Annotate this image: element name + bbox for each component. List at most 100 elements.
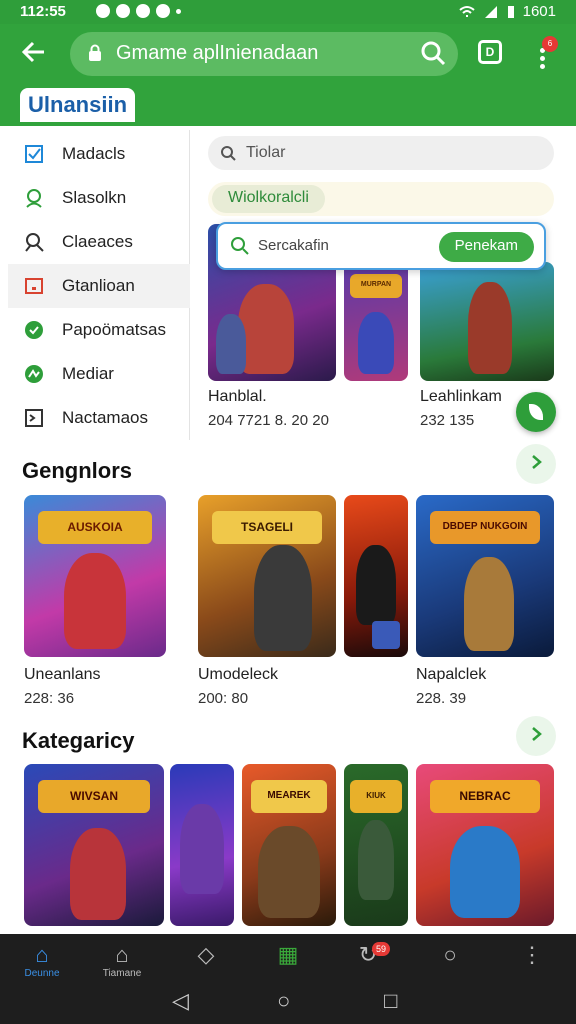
notification-icon [136,4,150,18]
sidebar-item-5[interactable]: Papoömatsas [8,308,190,352]
game-tile[interactable] [420,262,554,381]
more-icon: ⋮ [521,942,543,967]
site-title[interactable]: Ulnansiin [20,88,136,122]
check-circle-icon [25,321,43,339]
game-tile[interactable]: MEAREK [242,764,336,926]
game-tile[interactable]: KIUK [344,764,408,926]
game-title[interactable]: Umodeleck [198,666,278,684]
game-title[interactable]: Hanblal. [208,388,267,406]
filter-chip-bar: Wiolkoralcli [208,182,554,216]
nav-item-refresh[interactable]: ↻ 59 [336,942,400,986]
signal-icon [484,5,497,18]
sidebar-item-7[interactable]: Nactamaos [8,396,190,440]
overflow-menu-button[interactable]: 6 [530,36,558,70]
back-button[interactable] [20,38,52,70]
sidebar-item-6[interactable]: Mediar [8,352,190,396]
game-meta: 232 135 [420,412,475,429]
grid-icon: ▦ [277,942,299,967]
dot [540,64,545,69]
game-title[interactable]: Napalclek [416,666,486,684]
game-tile[interactable]: MURPAN [344,262,408,381]
game-tile[interactable] [344,495,408,657]
hero-figure [356,545,396,625]
game-tile[interactable]: AUSKOIA [24,495,166,657]
nav-item-home[interactable]: ⌂ Deunne [10,942,74,986]
notification-icon [96,4,110,18]
nav-item-cube[interactable]: ◇ [174,942,238,986]
game-tile[interactable]: NEBRAC [416,764,554,926]
sidebar-item-4[interactable]: Gtanlioan [8,264,190,308]
game-tile[interactable] [170,764,234,926]
game-logo: AUSKOIA [38,511,152,544]
system-recents-button[interactable]: □ [384,988,397,1014]
leaf-icon [529,404,543,420]
sidebar-item-label: Gtanlioan [62,276,135,295]
search-input[interactable]: Tiolar [208,136,554,170]
hero-figure [216,314,246,374]
section-title: Kategaricy [22,728,135,753]
notification-icons [96,4,181,18]
game-tile[interactable]: WIVSAN [24,764,164,926]
nav-item-home-alt[interactable]: ⌂ Tiamane [90,942,154,986]
leaf-action-button[interactable] [516,392,556,432]
sidebar-item-label: Claeaces [62,232,133,251]
browser-toolbar: Gmame aplInienadaan D 6 Ulnansiin [0,24,576,126]
system-home-button[interactable]: ○ [277,988,290,1014]
hero-figure [258,826,320,918]
nav-item-more[interactable]: ⋮ [500,942,564,986]
sidebar-item-label: Papoömatsas [62,320,166,339]
battery-icon [507,5,514,18]
game-title[interactable]: Leahlinkam [420,388,502,406]
game-logo: MEAREK [251,780,327,813]
hero-figure [358,312,394,374]
see-more-button[interactable] [516,716,556,756]
game-tile[interactable]: TSAGELI [198,495,336,657]
search-placeholder: Tiolar [246,144,286,161]
game-meta: 200: 80 [198,690,249,707]
home-icon: ⌂ [115,942,129,967]
wifi-icon [458,5,475,17]
chevron-right-icon [532,727,542,741]
address-bar[interactable]: Gmame aplInienadaan [70,32,458,76]
sidebar-item-3[interactable]: Claeaces [8,220,190,264]
system-back-button[interactable]: ◁ [172,988,189,1014]
nav-item-grid[interactable]: ▦ [256,942,320,986]
see-more-button[interactable] [516,444,556,484]
sidebar: Madacls Slasolkn Claeaces Gtanlioan Papo… [8,130,190,440]
status-time: 112:55 [20,3,66,20]
hero-figure [450,826,520,918]
search-icon [231,237,249,255]
game-logo: NEBRAC [429,780,541,813]
hero-figure [64,553,126,649]
notification-icon [156,4,170,18]
hero-figure [254,545,312,651]
game-title[interactable]: Uneanlans [24,666,101,684]
hero-figure [70,828,126,920]
square-icon [25,278,43,294]
sidebar-item-1[interactable]: Madacls [8,132,190,176]
search-icon: ○ [443,942,457,967]
game-icon [25,365,43,383]
section-title: Gengnlors [22,458,133,483]
search-submit-button[interactable]: Penekam [438,232,534,262]
game-logo: DBDEP NUKGOIN [429,511,541,544]
notification-dot-icon [176,9,181,14]
search-icon [221,146,236,161]
sidebar-item-2[interactable]: Slasolkn [8,176,190,220]
game-logo: KIUK [350,780,402,813]
sidebar-item-label: Mediar [62,364,114,383]
tabs-button[interactable]: D [478,40,502,64]
checkbox-icon [25,145,43,163]
system-navigation: ◁ ○ □ [0,984,576,1024]
user-icon [26,189,42,208]
filter-chip[interactable]: Wiolkoralcli [212,185,325,213]
menu-badge: 6 [542,36,558,52]
sidebar-item-label: Nactamaos [62,408,148,427]
search-icon[interactable] [420,40,446,66]
game-logo: TSAGELI [211,511,323,544]
search-popup[interactable]: Sercakafin Penekam [216,222,546,270]
game-tile[interactable]: DBDEP NUKGOIN [416,495,554,657]
popup-input[interactable]: Sercakafin [258,237,329,254]
nav-item-search[interactable]: ○ [418,942,482,986]
home-icon: ⌂ [35,942,49,967]
